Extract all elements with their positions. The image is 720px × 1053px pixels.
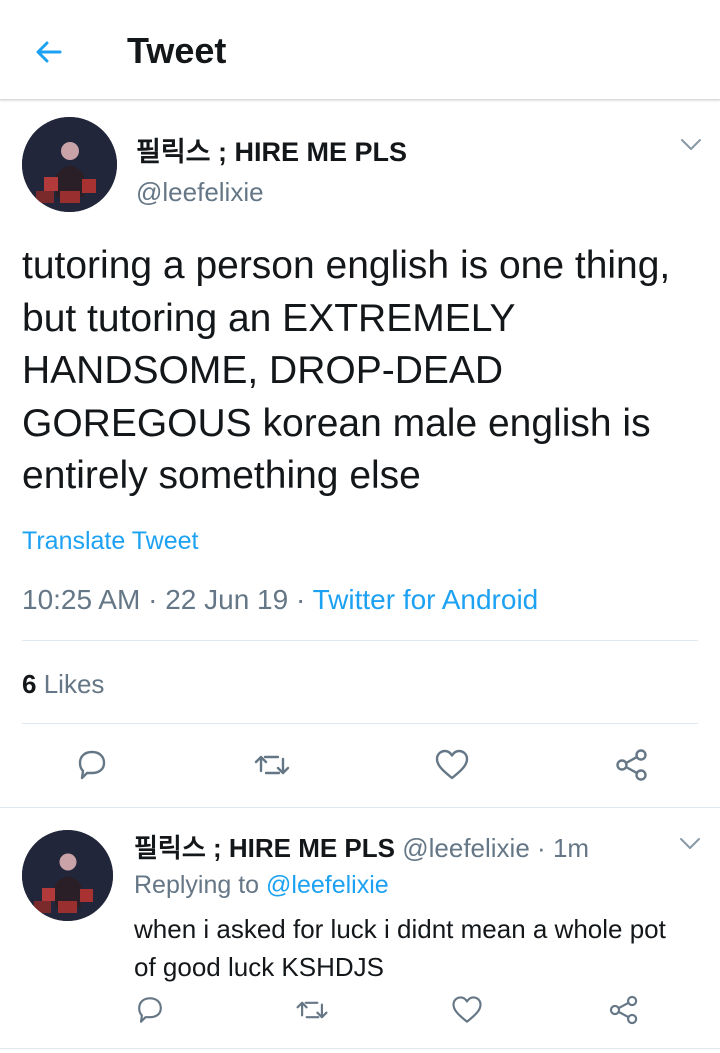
chevron-down-icon (680, 838, 700, 849)
share-button[interactable] (606, 992, 642, 1028)
translate-tweet-link[interactable]: Translate Tweet (22, 527, 198, 556)
main-tweet: 필릭스 ; HIRE ME PLS @leefelixie tutoring a… (0, 100, 720, 808)
likes-count[interactable]: 6 Likes (22, 669, 104, 700)
display-name[interactable]: 필릭스 ; HIRE ME PLS (134, 833, 395, 863)
tweet-options-button[interactable] (680, 138, 702, 152)
back-button[interactable] (30, 34, 66, 70)
arrow-left-icon (36, 41, 62, 63)
like-icon (452, 996, 482, 1023)
replying-label: Replying to (134, 871, 260, 899)
likes-number: 6 (22, 669, 37, 699)
avatar-image (22, 830, 113, 921)
reply-icon (138, 997, 162, 1023)
page-title: Tweet (127, 30, 227, 71)
retweet-icon (254, 755, 290, 775)
user-handle[interactable]: @leefelixie (402, 833, 530, 863)
likes-label: Likes (43, 669, 105, 699)
meta-separator: · (537, 833, 546, 863)
tweet-time-ago: 1m (552, 833, 590, 863)
reply-button[interactable] (72, 745, 112, 785)
tweet-date: 22 Jun 19 (165, 584, 289, 615)
reply-tweet[interactable]: 필릭스 ; HIRE ME PLS @leefelixie · 1m Reply… (0, 808, 720, 1053)
like-button[interactable] (432, 745, 472, 785)
share-button[interactable] (612, 745, 652, 785)
share-icon (616, 749, 647, 781)
tweet-text: tutoring a person english is one thing, … (22, 244, 671, 497)
replying-to-link[interactable]: @leefelixie (266, 871, 389, 899)
chevron-down-icon (681, 139, 701, 150)
like-icon (435, 749, 469, 780)
reply-text: when i asked for luck i didnt mean a who… (134, 914, 666, 982)
tweet-meta: 10:25 AM · 22 Jun 19 · Twitter for Andro… (22, 584, 538, 616)
app-bar: Tweet (0, 0, 720, 100)
reply-header: 필릭스 ; HIRE ME PLS @leefelixie · 1m (134, 828, 589, 865)
avatar[interactable] (22, 117, 117, 212)
reply-icon (78, 750, 106, 780)
tweet-source-link[interactable]: Twitter for Android (313, 584, 539, 615)
reply-button[interactable] (132, 992, 168, 1028)
display-name[interactable]: 필릭스 ; HIRE ME PLS (136, 130, 407, 169)
tweet-time: 10:25 AM (22, 584, 141, 615)
avatar[interactable] (22, 830, 113, 921)
meta-separator: · (148, 584, 158, 615)
tweet-options-button[interactable] (679, 837, 701, 851)
like-button[interactable] (449, 992, 485, 1028)
divider (22, 723, 698, 724)
retweet-button[interactable] (252, 745, 292, 785)
replying-to: Replying to @leefelixie (134, 871, 389, 900)
retweet-icon (296, 1001, 328, 1019)
divider (0, 1048, 720, 1049)
user-handle[interactable]: @leefelixie (136, 177, 264, 208)
retweet-button[interactable] (294, 992, 330, 1028)
avatar-image (22, 117, 117, 212)
meta-separator: · (295, 584, 306, 615)
divider (22, 640, 698, 641)
share-icon (609, 995, 638, 1025)
